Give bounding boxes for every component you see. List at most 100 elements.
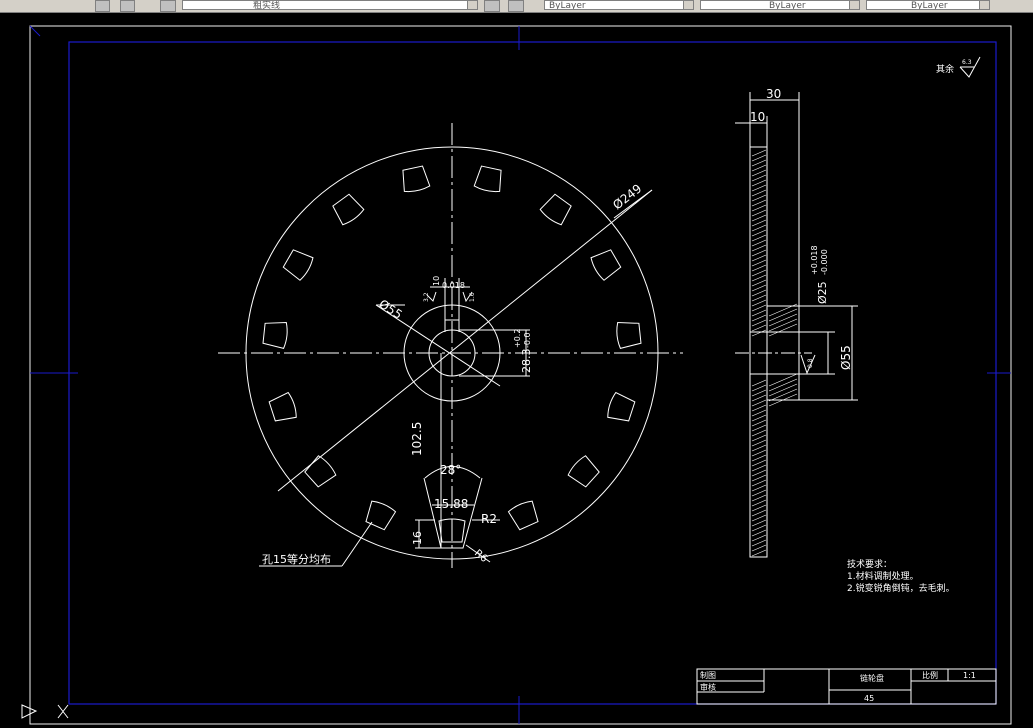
hole-pattern xyxy=(262,165,642,543)
notes-line1: 1.材料调制处理。 xyxy=(847,570,919,582)
hatch-line xyxy=(751,169,767,177)
notes-title: 技术要求： xyxy=(847,558,892,570)
od-leader xyxy=(277,189,653,492)
hole-14 xyxy=(332,193,365,226)
hatch-line xyxy=(751,444,767,452)
hatch-line xyxy=(751,154,767,162)
lineweight-value: ByLayer xyxy=(911,1,948,10)
side-bore-label: Ø55 xyxy=(839,345,853,370)
side-roughness-label: 0.8 xyxy=(807,358,814,368)
linetype-dropdown[interactable]: ByLayer xyxy=(700,0,860,10)
hole-4 xyxy=(616,322,642,349)
hatch-line xyxy=(751,404,767,412)
width30-label: 30 xyxy=(766,87,781,101)
roughness-small-2-label: 1.6 xyxy=(469,292,476,302)
chevron-down-icon[interactable] xyxy=(467,1,477,9)
scale-label: 比例 xyxy=(922,670,938,680)
keyway-depth-tol-lower: -0.0 xyxy=(523,332,532,348)
hole-9 xyxy=(365,500,397,531)
material: 45 xyxy=(864,694,874,703)
hub-diameter-label: Ø25 xyxy=(816,281,829,304)
hatch-line xyxy=(751,509,767,517)
pcd-label: 102.5 xyxy=(410,422,424,456)
color-dropdown[interactable]: ByLayer xyxy=(544,0,694,10)
hatch-line xyxy=(751,329,767,337)
layer-previous-icon[interactable] xyxy=(484,0,500,12)
hatch-line xyxy=(751,204,767,212)
r2-label: R2 xyxy=(481,512,497,526)
toolbar-button-1[interactable] xyxy=(95,0,110,12)
hatch-line xyxy=(751,189,767,197)
hatch-line xyxy=(751,194,767,202)
slot-depth-label: 16 xyxy=(411,531,424,545)
chevron-down-icon[interactable] xyxy=(979,1,989,9)
part-name: 链轮盘 xyxy=(860,673,884,683)
roughness-note: 其余 xyxy=(936,63,954,75)
lineweight-dropdown[interactable]: ByLayer xyxy=(866,0,990,10)
drawing-canvas[interactable]: 其余 6.3 Ø249 Ø55 0.018 10 3.2 1.6 28.3 +0… xyxy=(0,13,1033,728)
hatch-line xyxy=(768,313,798,327)
hatch-line xyxy=(751,459,767,467)
autocad-toolbar: 粗实线 ByLayer ByLayer ByLayer xyxy=(0,0,1033,13)
hatch-line xyxy=(751,174,767,182)
hatch-line xyxy=(751,454,767,462)
hatch-line xyxy=(751,399,767,407)
hatch-line xyxy=(751,519,767,527)
hatch-line xyxy=(751,229,767,237)
hole-6 xyxy=(567,455,600,488)
hatch-line xyxy=(751,284,767,292)
hatch-line xyxy=(751,514,767,522)
hatch-line xyxy=(751,419,767,427)
hatch-line xyxy=(751,539,767,547)
hatch-line xyxy=(751,209,767,217)
hatch-line xyxy=(751,324,767,332)
hatch-line xyxy=(768,323,798,337)
hatch-line xyxy=(751,549,767,557)
hatch-line xyxy=(751,224,767,232)
hatch-line xyxy=(751,199,767,207)
keyway-depth-label: 28.3 xyxy=(520,349,533,374)
layer-manager-icon[interactable] xyxy=(160,0,176,12)
linetype-value: ByLayer xyxy=(769,1,806,10)
hatch-line xyxy=(751,384,767,392)
hub-tol-lower: -0.000 xyxy=(820,249,829,275)
hatch-line xyxy=(768,308,798,322)
hatch-line xyxy=(751,294,767,302)
toolbar-button-2[interactable] xyxy=(120,0,135,12)
title-block-text: 制图 审核 链轮盘 比例 1:1 45 xyxy=(700,670,976,703)
hatch-line xyxy=(751,264,767,272)
scale-value: 1:1 xyxy=(963,671,976,680)
hole-2 xyxy=(539,193,572,226)
keyway-dim-label: 10 xyxy=(432,276,441,286)
hatch-line xyxy=(751,504,767,512)
chevron-down-icon[interactable] xyxy=(683,1,693,9)
hatch-line xyxy=(751,379,767,387)
technical-notes: 技术要求： 1.材料调制处理。 2.锐变锐角倒钝，去毛刺。 xyxy=(847,558,955,594)
hatch-line xyxy=(751,259,767,267)
holes-note: 孔15等分均布 xyxy=(262,552,331,566)
slot-width-label: 15.88 xyxy=(434,497,468,511)
layer-states-icon[interactable] xyxy=(508,0,524,12)
hatch-line xyxy=(751,544,767,552)
hatch-line xyxy=(751,464,767,472)
chevron-down-icon[interactable] xyxy=(849,1,859,9)
hatch-line xyxy=(751,299,767,307)
hatch-line xyxy=(751,249,767,257)
layer-dropdown[interactable]: 粗实线 xyxy=(182,0,478,10)
hatch-line xyxy=(751,184,767,192)
hatch-line xyxy=(751,319,767,327)
side-view-labels: 30 10 Ø25 +0.018 -0.000 Ø55 0.8 xyxy=(750,87,853,370)
hole-3 xyxy=(590,249,622,281)
hatch-line xyxy=(751,159,767,167)
hatch-line xyxy=(751,524,767,532)
hatch-line xyxy=(751,149,767,157)
drawn-label: 制图 xyxy=(700,670,716,680)
hatch-line xyxy=(751,449,767,457)
hatch-line xyxy=(751,529,767,537)
hole-12 xyxy=(262,322,288,349)
hatch-line xyxy=(751,304,767,312)
hatch-line xyxy=(751,314,767,322)
hatch-line xyxy=(751,439,767,447)
hatch-line xyxy=(751,274,767,282)
keyway-depth-tol-upper: +0.2 xyxy=(513,329,522,348)
